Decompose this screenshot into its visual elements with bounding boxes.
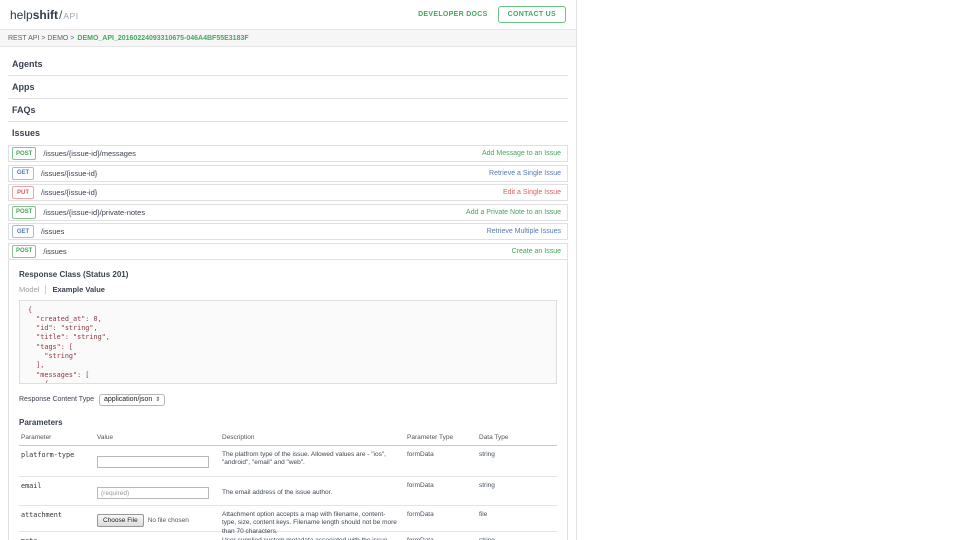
param-type: formData (407, 451, 479, 476)
method-badge-post: POST (12, 245, 36, 258)
param-name: platform-type (19, 451, 97, 476)
header-actions: DEVELOPER DOCS CONTACT US (418, 6, 566, 23)
param-data-type: file (479, 511, 557, 531)
param-description: Attachment option accepts a map with fil… (222, 511, 407, 531)
api-docs-page: helpshift/API DEVELOPER DOCS CONTACT US … (0, 0, 577, 540)
logo-api-text: API (63, 11, 78, 21)
param-row-email: email The email address of the issue aut… (19, 477, 557, 506)
param-name: email (19, 482, 97, 505)
endpoint-row-get-single-issue[interactable]: GET /issues/{issue-id} Retrieve a Single… (8, 165, 568, 182)
param-row-platform-type: platform-type The platfrom type of the i… (19, 446, 557, 477)
response-content-type-label: Response Content Type (19, 396, 94, 403)
endpoint-row-post-private-notes[interactable]: POST /issues/{issue-id}/private-notes Ad… (8, 204, 568, 221)
endpoint-row-post-messages[interactable]: POST /issues/{issue-id}/messages Add Mes… (8, 145, 568, 162)
param-data-type: string (479, 537, 557, 540)
breadcrumb-current-api[interactable]: DEMO_API_20160224093310675-046A4BF55E318… (77, 35, 248, 42)
parameters-title: Parameters (19, 418, 557, 427)
endpoint-action-link[interactable]: Retrieve a Single Issue (489, 170, 561, 177)
contact-us-button[interactable]: CONTACT US (498, 6, 566, 23)
endpoint-path: /issues (43, 247, 66, 256)
example-json-code: { "created_at": 0, "id": "string", "titl… (28, 306, 548, 384)
example-value-code-block: { "created_at": 0, "id": "string", "titl… (19, 300, 557, 384)
endpoint-action-link[interactable]: Retrieve Multiple Issues (487, 228, 561, 235)
param-data-type: string (479, 482, 557, 505)
method-badge-get: GET (12, 225, 34, 238)
col-header-parameter: Parameter (19, 434, 97, 441)
param-name: meta (19, 537, 97, 540)
param-description: User supplied custom metadata associated… (222, 537, 407, 540)
main-content: Agents Apps FAQs Issues POST /issues/{is… (0, 47, 576, 540)
col-header-parameter-type: Parameter Type (407, 434, 479, 441)
param-type: formData (407, 537, 479, 540)
section-issues[interactable]: Issues (8, 122, 568, 145)
endpoint-action-link[interactable]: Add Message to an Issue (482, 150, 561, 157)
breadcrumb-path[interactable]: REST API > DEMO > (8, 35, 74, 42)
param-data-type: string (479, 451, 557, 476)
response-class-tabs: Model Example Value (19, 285, 557, 294)
response-class-title: Response Class (Status 201) (19, 270, 557, 279)
logo-shift-text: shift (33, 8, 58, 22)
param-type: formData (407, 482, 479, 505)
endpoint-path: /issues/{issue-id}/messages (43, 149, 136, 158)
breadcrumb: REST API > DEMO > DEMO_API_2016022409331… (0, 30, 576, 47)
create-issue-expanded-panel: Response Class (Status 201) Model Exampl… (8, 260, 568, 540)
param-name: attachment (19, 511, 97, 531)
tab-model[interactable]: Model (19, 285, 46, 294)
endpoint-row-put-single-issue[interactable]: PUT /issues/{issue-id} Edit a Single Iss… (8, 184, 568, 201)
helpshift-logo: helpshift/API (10, 8, 79, 22)
endpoint-path: /issues/{issue-id} (41, 188, 97, 197)
top-header: helpshift/API DEVELOPER DOCS CONTACT US (0, 0, 576, 30)
logo-slash: / (59, 8, 62, 22)
file-status-text: No file chosen (148, 517, 189, 524)
param-row-meta: meta User supplied custom metadata assoc… (19, 532, 557, 540)
endpoint-row-get-multiple-issues[interactable]: GET /issues Retrieve Multiple Issues (8, 223, 568, 240)
response-content-type-row: Response Content Type application/json ⇕ (19, 394, 557, 406)
response-content-type-select[interactable]: application/json ⇕ (99, 394, 165, 406)
param-description: The email address of the issue author. (222, 489, 407, 505)
parameters-table-header: Parameter Value Description Parameter Ty… (19, 431, 557, 446)
section-apps[interactable]: Apps (8, 76, 568, 99)
section-agents[interactable]: Agents (8, 53, 568, 76)
method-badge-put: PUT (12, 186, 34, 199)
endpoint-path: /issues (41, 227, 64, 236)
endpoint-path: /issues/{issue-id}/private-notes (43, 208, 145, 217)
method-badge-post: POST (12, 147, 36, 160)
developer-docs-link[interactable]: DEVELOPER DOCS (418, 11, 488, 18)
param-row-attachment: attachment Choose File No file chosen At… (19, 506, 557, 532)
endpoint-action-link[interactable]: Create an Issue (512, 248, 561, 255)
choose-file-button[interactable]: Choose File (97, 514, 144, 527)
email-input[interactable] (97, 487, 209, 499)
col-header-value: Value (97, 434, 222, 441)
endpoint-action-link[interactable]: Edit a Single Issue (503, 189, 561, 196)
col-header-data-type: Data Type (479, 434, 557, 441)
method-badge-get: GET (12, 167, 34, 180)
section-faqs[interactable]: FAQs (8, 99, 568, 122)
tab-example-value[interactable]: Example Value (46, 285, 105, 294)
platform-type-input[interactable] (97, 456, 209, 468)
logo-help-text: help (10, 8, 33, 22)
endpoint-path: /issues/{issue-id} (41, 169, 97, 178)
param-type: formData (407, 511, 479, 531)
param-description: The platfrom type of the issue. Allowed … (222, 451, 407, 476)
col-header-description: Description (222, 434, 407, 441)
select-arrows-icon: ⇕ (155, 396, 160, 403)
endpoint-row-post-create-issue[interactable]: POST /issues Create an Issue (8, 243, 568, 260)
method-badge-post: POST (12, 206, 36, 219)
endpoint-action-link[interactable]: Add a Private Note to an Issue (466, 209, 561, 216)
response-content-type-selected: application/json (104, 396, 152, 403)
